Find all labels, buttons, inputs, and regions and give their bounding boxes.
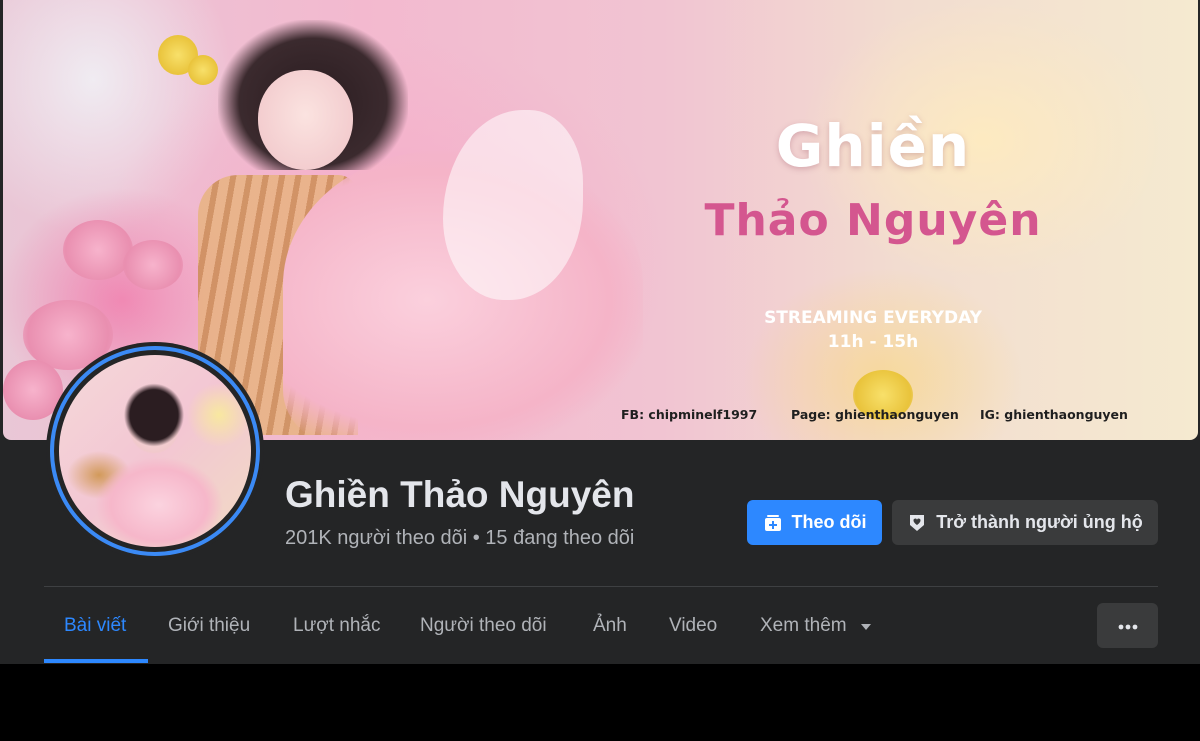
profile-header: Ghiền Thảo Nguyên STREAMING EVERYDAY 11h… bbox=[0, 0, 1200, 664]
tab-label: Ảnh bbox=[593, 615, 627, 636]
tab-followers[interactable]: Người theo dõi bbox=[420, 604, 547, 648]
follow-button-label: Theo dõi bbox=[791, 512, 867, 532]
tab-about[interactable]: Giới thiệu bbox=[168, 604, 250, 648]
cover-social-ig: IG: ghienthaonguyen bbox=[980, 407, 1128, 422]
cover-social-page: Page: ghienthaonguyen bbox=[791, 407, 959, 422]
cover-figure-face bbox=[258, 70, 353, 170]
cover-stream-line1: STREAMING EVERYDAY bbox=[764, 308, 982, 328]
follow-box-plus-icon bbox=[763, 513, 783, 533]
caret-down-icon bbox=[860, 604, 872, 648]
become-supporter-label: Trở thành người ủng hộ bbox=[936, 512, 1143, 532]
avatar[interactable] bbox=[59, 355, 251, 547]
tab-label: Bài viết bbox=[64, 615, 127, 636]
more-options-button[interactable] bbox=[1097, 603, 1158, 648]
cover-flower bbox=[188, 55, 218, 85]
active-tab-indicator bbox=[44, 659, 148, 663]
ellipsis-icon bbox=[1118, 617, 1138, 635]
tab-label: Xem thêm bbox=[760, 615, 847, 637]
cover-stream-line2: 11h - 15h bbox=[827, 332, 919, 352]
tab-videos[interactable]: Video bbox=[669, 604, 717, 648]
tab-label: Giới thiệu bbox=[168, 615, 251, 636]
header-divider bbox=[44, 586, 1158, 587]
tab-label: Người theo dõi bbox=[420, 615, 547, 636]
cover-social-fb: FB: chipminelf1997 bbox=[621, 407, 758, 422]
cover-stream-info: STREAMING EVERYDAY 11h - 15h bbox=[703, 306, 1043, 354]
support-badge-icon bbox=[907, 513, 927, 533]
tab-label: Lượt nhắc bbox=[293, 615, 381, 636]
cover-title-line1: Ghiền bbox=[775, 112, 971, 180]
tab-photos[interactable]: Ảnh bbox=[593, 604, 627, 648]
cover-flower bbox=[63, 220, 133, 280]
cover-title-line2: Thảo Nguyên bbox=[704, 195, 1042, 246]
tab-see-more[interactable]: Xem thêm bbox=[760, 604, 872, 648]
page-title: Ghiền Thảo Nguyên bbox=[285, 474, 635, 515]
follow-button[interactable]: Theo dõi bbox=[747, 500, 882, 545]
cover-flower bbox=[123, 240, 183, 290]
become-supporter-button[interactable]: Trở thành người ủng hộ bbox=[892, 500, 1158, 545]
tab-label: Video bbox=[669, 615, 718, 636]
tab-mentions[interactable]: Lượt nhắc bbox=[293, 604, 381, 648]
tab-posts[interactable]: Bài viết bbox=[64, 604, 126, 648]
follower-count[interactable]: 201K người theo dõi • 15 đang theo dõi bbox=[285, 527, 634, 550]
